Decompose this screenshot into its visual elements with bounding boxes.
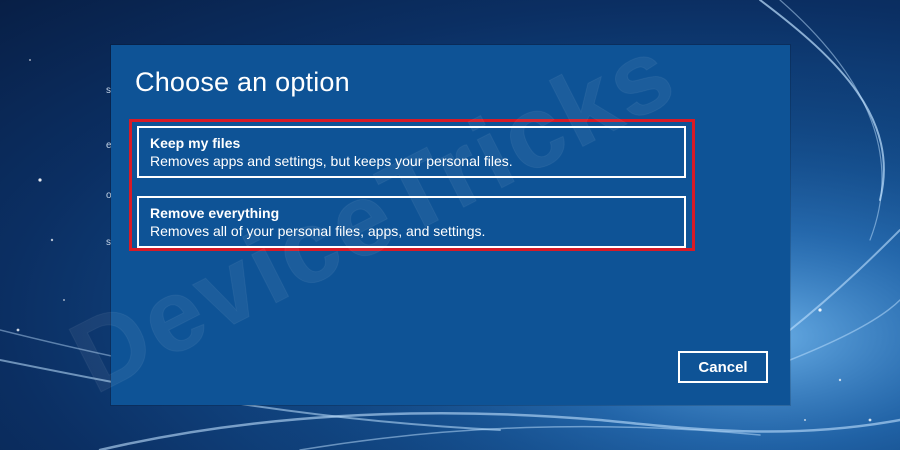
cancel-button[interactable]: Cancel bbox=[678, 351, 768, 383]
option-description: Removes all of your personal files, apps… bbox=[150, 223, 486, 239]
option-title: Remove everything bbox=[150, 205, 280, 221]
dialog-title: Choose an option bbox=[135, 67, 350, 97]
option-description: Removes apps and settings, but keeps you… bbox=[150, 153, 513, 169]
background-window-edge: s e o s bbox=[0, 45, 112, 405]
remove-everything-option[interactable]: Remove everything Removes all of your pe… bbox=[137, 196, 686, 248]
choose-option-dialog: Choose an option Keep my files Removes a… bbox=[111, 45, 790, 405]
keep-my-files-option[interactable]: Keep my files Removes apps and settings,… bbox=[137, 126, 686, 178]
option-title: Keep my files bbox=[150, 135, 241, 151]
